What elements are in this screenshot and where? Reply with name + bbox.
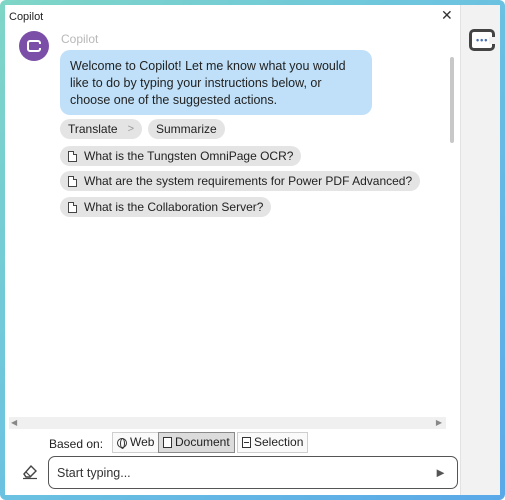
- bot-avatar: [19, 31, 49, 61]
- copilot-icon: [27, 40, 42, 52]
- bot-name: Copilot: [61, 32, 99, 46]
- based-on-label: Based on:: [49, 437, 104, 451]
- suggestion-chip[interactable]: What are the system requirements for Pow…: [60, 171, 421, 191]
- summarize-button[interactable]: Summarize: [148, 119, 225, 139]
- welcome-message: Welcome to Copilot! Let me know what you…: [60, 50, 372, 115]
- title-bar: Copilot ✕: [5, 5, 460, 29]
- suggestion-chip[interactable]: What is the Collaboration Server?: [60, 197, 272, 217]
- translate-button[interactable]: Translate >: [60, 119, 143, 139]
- suggestion-chip[interactable]: What is the Tungsten OmniPage OCR?: [60, 146, 302, 166]
- eraser-icon[interactable]: [21, 462, 39, 480]
- scroll-right-icon[interactable]: ▶: [436, 417, 442, 429]
- web-label: Web: [130, 435, 155, 449]
- based-on-selection-button[interactable]: Selection: [237, 432, 309, 453]
- chevron-right-icon: >: [127, 123, 135, 135]
- selection-label: Selection: [254, 435, 304, 449]
- chat-dots-icon: •••: [476, 35, 489, 45]
- suggestion-text: What is the Tungsten OmniPage OCR?: [84, 149, 294, 163]
- send-icon[interactable]: ►: [434, 465, 447, 481]
- side-toolbar: •••: [460, 5, 500, 495]
- document-label: Document: [175, 435, 230, 449]
- vertical-scrollbar[interactable]: [446, 33, 458, 417]
- window-title: Copilot: [9, 11, 44, 23]
- based-on-document-button[interactable]: Document: [158, 432, 235, 453]
- scroll-left-icon[interactable]: ◀: [11, 417, 17, 429]
- translate-label: Translate: [68, 122, 118, 136]
- vertical-scroll-thumb[interactable]: [450, 57, 454, 143]
- summarize-label: Summarize: [156, 122, 217, 136]
- document-icon: [68, 201, 77, 213]
- document-icon: [68, 175, 77, 187]
- horizontal-scrollbar[interactable]: ◀ ▶: [9, 417, 446, 429]
- message-input[interactable]: [57, 463, 417, 483]
- copilot-sidebar-icon[interactable]: •••: [469, 29, 495, 51]
- suggestion-text: What is the Collaboration Server?: [84, 200, 264, 214]
- document-icon: [163, 437, 172, 448]
- close-icon[interactable]: ✕: [441, 7, 453, 23]
- document-icon: [68, 150, 77, 162]
- suggestion-text: What are the system requirements for Pow…: [84, 174, 413, 188]
- globe-icon: [117, 437, 127, 449]
- based-on-web-button[interactable]: Web: [112, 432, 160, 453]
- selection-icon: [242, 437, 251, 448]
- message-input-box[interactable]: ►: [48, 456, 458, 489]
- copilot-panel: Copilot ✕ ••• Copilot Welcome to Copilot…: [5, 5, 500, 495]
